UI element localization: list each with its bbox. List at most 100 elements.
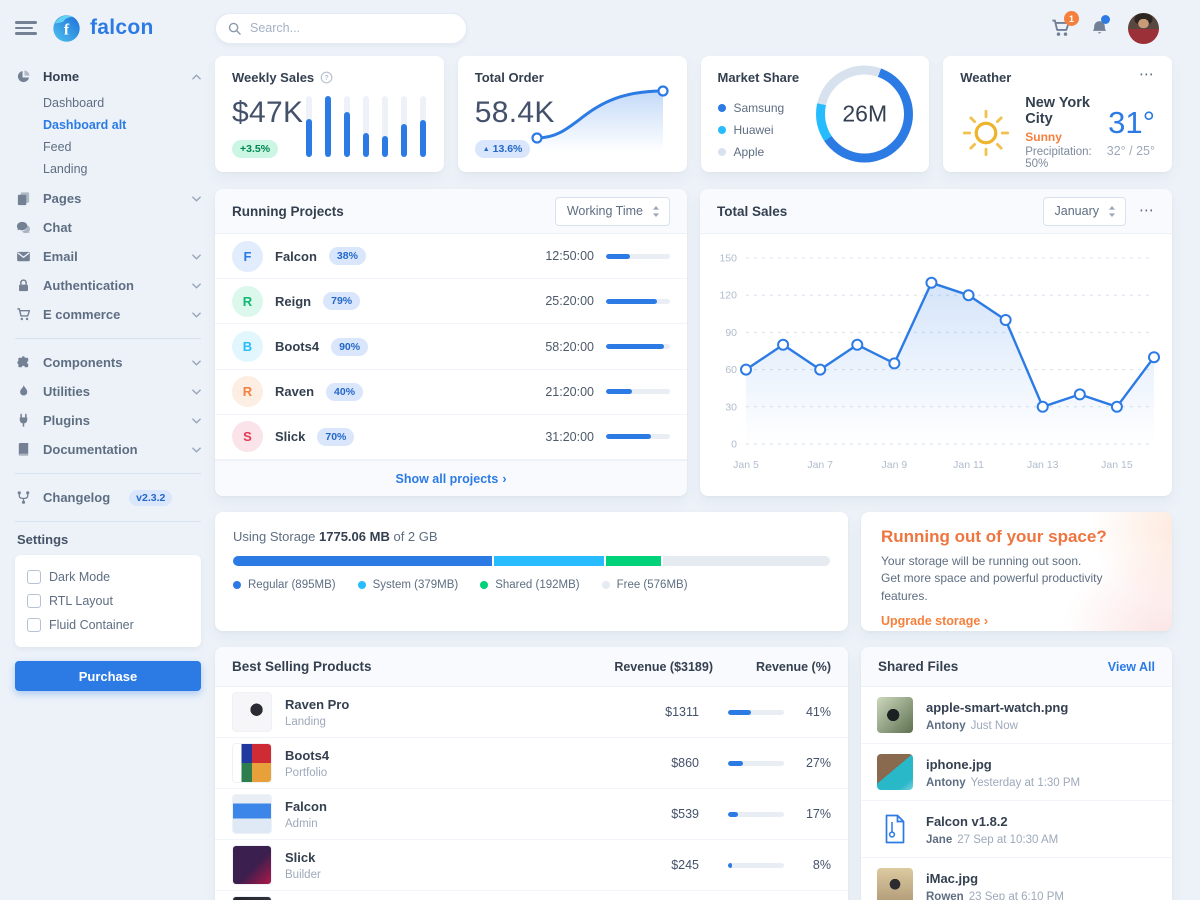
project-time: 21:20:00 bbox=[545, 385, 594, 399]
product-progress-bar bbox=[728, 761, 784, 766]
user-avatar[interactable] bbox=[1128, 13, 1159, 44]
sidebar-item-label: Plugins bbox=[43, 413, 90, 428]
sidebar-item-components[interactable]: Components bbox=[15, 348, 201, 377]
sidebar-item-plugins[interactable]: Plugins bbox=[15, 406, 201, 435]
product-name-link[interactable]: Boots4 bbox=[285, 748, 329, 763]
file-user: Antony bbox=[926, 720, 966, 732]
products-col-pct: Revenue (%) bbox=[713, 660, 831, 674]
sidebar-item-pages[interactable]: Pages bbox=[15, 184, 201, 213]
search-input[interactable] bbox=[248, 20, 454, 36]
total-sales-line-chart: 0306090120150Jan 5Jan 7Jan 9Jan 11Jan 13… bbox=[700, 234, 1172, 495]
file-name-link[interactable]: iphone.jpg bbox=[926, 757, 992, 772]
sidebar-item-label: Email bbox=[43, 249, 78, 264]
view-all-link[interactable]: View All bbox=[1108, 660, 1155, 674]
file-name-link[interactable]: apple-smart-watch.png bbox=[926, 700, 1068, 715]
cart-button[interactable]: 1 bbox=[1050, 18, 1071, 38]
project-progress-bar bbox=[606, 344, 670, 349]
project-time: 25:20:00 bbox=[545, 294, 594, 308]
chevron-down-icon bbox=[192, 283, 201, 289]
menu-toggle-icon[interactable] bbox=[15, 14, 37, 43]
upgrade-space-card: Running out of your space? Your storage … bbox=[861, 512, 1172, 631]
product-name-link[interactable]: Falcon bbox=[285, 799, 327, 814]
sidebar-item-dashboard[interactable]: Dashboard bbox=[15, 92, 201, 114]
product-percent: 27% bbox=[797, 756, 831, 770]
product-category: Portfolio bbox=[285, 767, 601, 779]
project-name-link[interactable]: Reign bbox=[275, 294, 311, 309]
app-logo[interactable]: f falcon bbox=[50, 12, 154, 45]
sidebar-item-utilities[interactable]: Utilities bbox=[15, 377, 201, 406]
cart-count-badge: 1 bbox=[1064, 11, 1079, 26]
sidebar-item-landing[interactable]: Landing bbox=[15, 158, 201, 180]
weather-precipitation: Precipitation: 50% bbox=[1025, 146, 1094, 170]
product-name-link[interactable]: Raven Pro bbox=[285, 697, 349, 712]
sidebar-item-changelog[interactable]: Changelogv2.3.2 bbox=[15, 483, 201, 512]
setting-option-fluid-container: Fluid Container bbox=[27, 613, 189, 637]
project-name-link[interactable]: Falcon bbox=[275, 249, 317, 264]
project-name-link[interactable]: Slick bbox=[275, 429, 305, 444]
working-time-select[interactable]: Working Time bbox=[555, 197, 670, 226]
chevron-down-icon bbox=[192, 360, 201, 366]
project-row-raven: RRaven40%21:20:00 bbox=[215, 370, 687, 415]
sidebar-item-e-commerce[interactable]: E commerce bbox=[15, 300, 201, 329]
project-name-link[interactable]: Boots4 bbox=[275, 339, 319, 354]
project-progress-bar bbox=[606, 389, 670, 394]
product-thumbnail bbox=[232, 794, 272, 834]
sidebar-item-dashboard-alt[interactable]: Dashboard alt bbox=[15, 114, 201, 136]
file-row-falcon-v1-8-2: Falcon v1.8.2Jane27 Sep at 10:30 AM bbox=[861, 801, 1172, 858]
bar-fill bbox=[420, 120, 426, 157]
project-avatar: B bbox=[232, 331, 263, 362]
logo-text: falcon bbox=[90, 16, 154, 40]
product-revenue: $860 bbox=[614, 756, 699, 770]
legend-dot bbox=[233, 581, 241, 589]
setting-option-label: Dark Mode bbox=[49, 570, 110, 584]
checkbox-rtl-layout[interactable] bbox=[27, 594, 41, 608]
file-time: 27 Sep at 10:30 AM bbox=[957, 834, 1058, 846]
sidebar-item-feed[interactable]: Feed bbox=[15, 136, 201, 158]
best-selling-products-card: Best Selling Products Revenue ($3189) Re… bbox=[215, 647, 848, 900]
svg-text:0: 0 bbox=[731, 439, 737, 451]
search-box[interactable] bbox=[215, 13, 467, 44]
caret-up-icon: ▲ bbox=[483, 146, 490, 153]
sidebar-item-email[interactable]: Email bbox=[15, 242, 201, 271]
dots-menu-icon[interactable]: ⋯ bbox=[1139, 70, 1155, 80]
svg-text:60: 60 bbox=[725, 364, 737, 376]
total-order-trend-chart bbox=[525, 78, 675, 159]
product-thumbnail bbox=[232, 743, 272, 783]
file-name-link[interactable]: iMac.jpg bbox=[926, 871, 978, 886]
file-row-apple-smart-watch-png: apple-smart-watch.pngAntonyJust Now bbox=[861, 687, 1172, 744]
sidebar-item-chat[interactable]: Chat bbox=[15, 213, 201, 242]
sidebar-item-documentation[interactable]: Documentation bbox=[15, 435, 201, 464]
updown-arrows-icon bbox=[652, 206, 660, 217]
sidebar-submenu: DashboardDashboard altFeedLanding bbox=[15, 92, 201, 180]
project-name-link[interactable]: Raven bbox=[275, 384, 314, 399]
svg-text:30: 30 bbox=[725, 401, 737, 413]
storage-segment-regular-895mb bbox=[233, 556, 492, 566]
weekly-sales-title: Weekly Sales bbox=[232, 70, 314, 85]
upgrade-storage-link[interactable]: Upgrade storage › bbox=[881, 614, 988, 628]
project-progress-fill bbox=[606, 254, 630, 259]
checkbox-dark-mode[interactable] bbox=[27, 570, 41, 584]
product-info: Raven ProLanding bbox=[285, 696, 601, 728]
chevron-down-icon bbox=[192, 447, 201, 453]
market-share-donut-chart: 26M bbox=[816, 66, 913, 163]
storage-label: Using Storage bbox=[233, 529, 315, 544]
file-row-imac-jpg: iMac.jpgRowen23 Sep at 6:10 PM bbox=[861, 858, 1172, 900]
show-all-projects-link[interactable]: Show all projects› bbox=[215, 460, 687, 496]
notifications-bell-button[interactable] bbox=[1090, 19, 1109, 38]
sidebar-item-authentication[interactable]: Authentication bbox=[15, 271, 201, 300]
project-progress-fill bbox=[606, 299, 657, 304]
legend-label: Regular (895MB) bbox=[248, 579, 336, 591]
checkbox-fluid-container[interactable] bbox=[27, 618, 41, 632]
legend-label: Free (576MB) bbox=[617, 579, 688, 591]
month-select[interactable]: January bbox=[1043, 197, 1126, 226]
sidebar-item-home[interactable]: Home bbox=[15, 62, 201, 91]
product-name-link[interactable]: Slick bbox=[285, 850, 315, 865]
file-name-link[interactable]: Falcon v1.8.2 bbox=[926, 814, 1008, 829]
version-badge: v2.3.2 bbox=[129, 490, 172, 506]
purchase-button[interactable]: Purchase bbox=[15, 661, 201, 691]
file-thumbnail bbox=[877, 868, 913, 900]
storage-legend-shared-192mb: Shared (192MB) bbox=[480, 579, 579, 591]
file-info: iMac.jpgRowen23 Sep at 6:10 PM bbox=[926, 870, 1064, 900]
dots-menu-icon[interactable]: ⋯ bbox=[1139, 206, 1155, 216]
question-circle-icon[interactable]: ? bbox=[320, 71, 333, 84]
